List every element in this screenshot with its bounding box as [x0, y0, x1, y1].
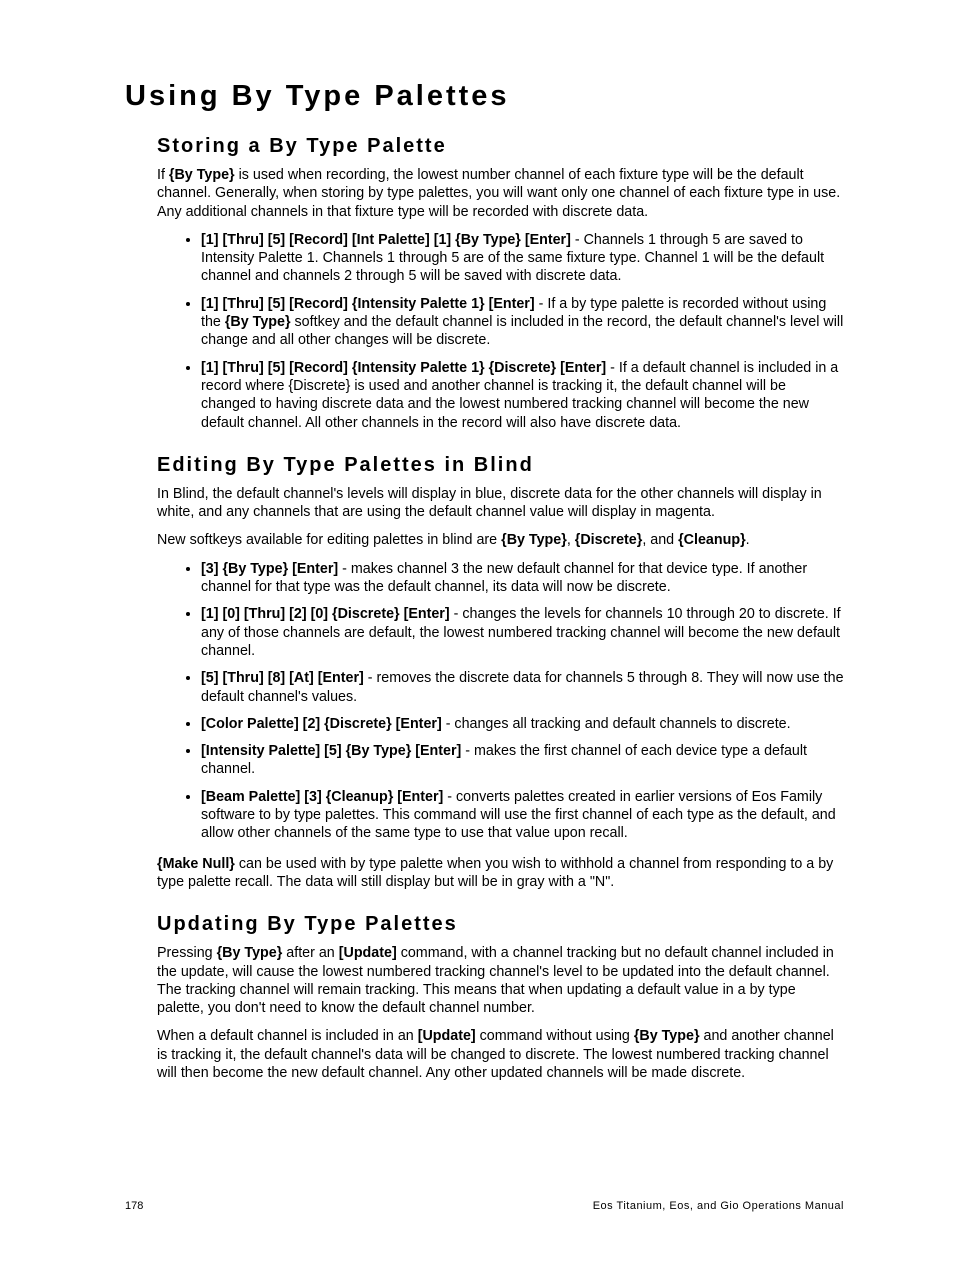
list-item: [3] {By Type} [Enter] - makes channel 3 …: [201, 560, 844, 597]
section-storing: Storing a By Type Palette If {By Type} i…: [125, 135, 844, 432]
list-item: [1] [Thru] [5] [Record] [Int Palette] [1…: [201, 231, 844, 286]
heading-updating: Updating By Type Palettes: [157, 913, 844, 936]
section-editing: Editing By Type Palettes in Blind In Bli…: [125, 454, 844, 891]
list-item: [Color Palette] [2] {Discrete} [Enter] -…: [201, 715, 844, 733]
list-item: [1] [Thru] [5] [Record] {Intensity Palet…: [201, 295, 844, 350]
list-item: [Intensity Palette] [5] {By Type} [Enter…: [201, 742, 844, 779]
heading-storing: Storing a By Type Palette: [157, 135, 844, 158]
editing-bullets: [3] {By Type} [Enter] - makes channel 3 …: [157, 560, 844, 843]
list-item: [1] [0] [Thru] [2] [0] {Discrete} [Enter…: [201, 605, 844, 660]
list-item: [5] [Thru] [8] [At] [Enter] - removes th…: [201, 669, 844, 706]
editing-p3: {Make Null} can be used with by type pal…: [157, 855, 844, 892]
heading-main: Using By Type Palettes: [125, 80, 844, 113]
page-number: 178: [125, 1200, 143, 1212]
heading-editing: Editing By Type Palettes in Blind: [157, 454, 844, 477]
section-updating: Updating By Type Palettes Pressing {By T…: [125, 913, 844, 1082]
updating-p1: Pressing {By Type} after an [Update] com…: [157, 944, 844, 1017]
list-item: [Beam Palette] [3] {Cleanup} [Enter] - c…: [201, 788, 844, 843]
footer-title: Eos Titanium, Eos, and Gio Operations Ma…: [593, 1200, 844, 1212]
page-footer: 178 Eos Titanium, Eos, and Gio Operation…: [125, 1200, 844, 1212]
list-item: [1] [Thru] [5] [Record] {Intensity Palet…: [201, 359, 844, 432]
editing-p2: New softkeys available for editing palet…: [157, 531, 844, 549]
storing-bullets: [1] [Thru] [5] [Record] [Int Palette] [1…: [157, 231, 844, 432]
editing-p1: In Blind, the default channel's levels w…: [157, 485, 844, 522]
updating-p2: When a default channel is included in an…: [157, 1027, 844, 1082]
storing-intro: If {By Type} is used when recording, the…: [157, 166, 844, 221]
